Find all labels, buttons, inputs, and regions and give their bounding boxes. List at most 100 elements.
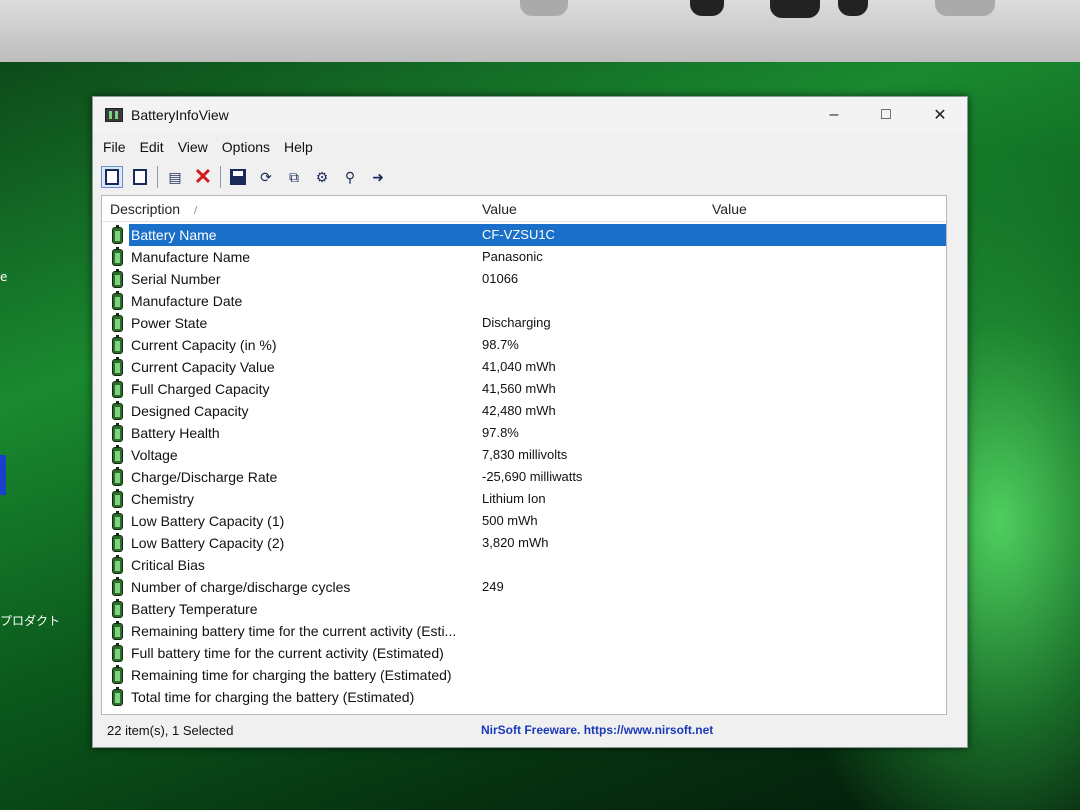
row-value: 249	[482, 579, 504, 594]
title-bar[interactable]: BatteryInfoView – □ ✕	[93, 97, 967, 133]
battery-icon	[112, 599, 123, 618]
table-row[interactable]: Battery Name CF-VZSU1C	[102, 224, 946, 246]
exit-icon[interactable]: ➜	[367, 166, 389, 188]
table-row[interactable]: Serial Number 01066	[102, 268, 946, 290]
menu-bar: File Edit View Options Help	[93, 135, 327, 159]
row-description: Low Battery Capacity (2)	[131, 535, 285, 551]
row-description: Voltage	[131, 447, 178, 463]
row-value: 41,560 mWh	[482, 381, 556, 396]
row-value: 41,040 mWh	[482, 359, 556, 374]
battery-icon	[112, 555, 123, 574]
row-description: Battery Name	[129, 224, 219, 246]
delete-icon[interactable]: ✕	[192, 166, 214, 188]
menu-edit[interactable]: Edit	[140, 139, 164, 155]
row-description: Current Capacity (in %)	[131, 337, 277, 353]
row-value: CF-VZSU1C	[482, 227, 555, 242]
minimize-button[interactable]: –	[811, 101, 857, 129]
battery-icon	[112, 489, 123, 508]
find-icon[interactable]: ⚲	[339, 166, 361, 188]
battery-icon	[112, 225, 123, 244]
menu-options[interactable]: Options	[222, 139, 270, 155]
battery-icon	[112, 335, 123, 354]
row-value: -25,690 milliwatts	[482, 469, 583, 484]
table-row[interactable]: Low Battery Capacity (2) 3,820 mWh	[102, 532, 946, 554]
battery-icon	[112, 467, 123, 486]
table-row[interactable]: Current Capacity (in %) 98.7%	[102, 334, 946, 356]
copy-icon[interactable]: ⧉	[283, 166, 305, 188]
table-row[interactable]: Chemistry Lithium Ion	[102, 488, 946, 510]
close-button[interactable]: ✕	[917, 101, 963, 129]
menu-help[interactable]: Help	[284, 139, 313, 155]
battery-info-list[interactable]: Description / Value Value Battery Name CF-…	[101, 195, 947, 715]
table-row[interactable]: Power State Discharging	[102, 312, 946, 334]
table-row[interactable]: Full battery time for the current activi…	[102, 642, 946, 664]
battery-icon	[112, 621, 123, 640]
refresh-icon[interactable]: ⟳	[255, 166, 277, 188]
battery-info-window: BatteryInfoView – □ ✕ File Edit View Opt…	[92, 96, 968, 748]
menu-file[interactable]: File	[103, 139, 126, 155]
row-value: 7,830 millivolts	[482, 447, 568, 462]
nirsoft-link[interactable]: NirSoft Freeware. https://www.nirsoft.ne…	[481, 723, 713, 737]
row-description: Remaining battery time for the current a…	[131, 623, 457, 639]
row-value: Lithium Ion	[482, 491, 546, 506]
table-row[interactable]: Full Charged Capacity 41,560 mWh	[102, 378, 946, 400]
column-header-description[interactable]: Description /	[110, 201, 197, 217]
toolbar-separator	[220, 166, 221, 188]
options-icon[interactable]: ⚙	[311, 166, 333, 188]
row-description: Remaining time for charging the battery …	[131, 667, 452, 683]
table-row[interactable]: Manufacture Date	[102, 290, 946, 312]
column-header-description-label: Description	[110, 201, 181, 217]
row-description: Power State	[131, 315, 208, 331]
battery-icon	[112, 423, 123, 442]
view-mode-2-icon[interactable]	[129, 166, 151, 188]
view-mode-1-icon[interactable]	[101, 166, 123, 188]
table-row[interactable]: Battery Temperature	[102, 598, 946, 620]
bezel-camera-left	[520, 0, 568, 16]
table-row[interactable]: Remaining time for charging the battery …	[102, 664, 946, 686]
column-header-value[interactable]: Value	[482, 201, 517, 217]
table-row[interactable]: Designed Capacity 42,480 mWh	[102, 400, 946, 422]
row-value: 3,820 mWh	[482, 535, 549, 550]
bezel-camera	[770, 0, 820, 18]
row-description: Serial Number	[131, 271, 221, 287]
row-description: Charge/Discharge Rate	[131, 469, 278, 485]
window-title: BatteryInfoView	[131, 107, 229, 123]
battery-app-icon	[105, 108, 123, 122]
table-row[interactable]: Low Battery Capacity (1) 500 mWh	[102, 510, 946, 532]
row-value: 42,480 mWh	[482, 403, 556, 418]
bezel-sensor-1	[690, 0, 724, 16]
bezel-sensor-2	[838, 0, 868, 16]
table-row[interactable]: Battery Health 97.8%	[102, 422, 946, 444]
row-description: Total time for charging the battery (Est…	[131, 689, 415, 705]
menu-view[interactable]: View	[178, 139, 208, 155]
sort-indicator: /	[194, 205, 198, 217]
row-value: Discharging	[482, 315, 551, 330]
monitor-bezel	[0, 0, 1080, 62]
battery-icon	[112, 357, 123, 376]
table-row[interactable]: Total time for charging the battery (Est…	[102, 686, 946, 708]
table-row[interactable]: Manufacture Name Panasonic	[102, 246, 946, 268]
table-row[interactable]: Current Capacity Value 41,040 mWh	[102, 356, 946, 378]
save-icon[interactable]	[227, 166, 249, 188]
battery-icon	[112, 533, 123, 552]
row-value: 98.7%	[482, 337, 519, 352]
desktop-edge-tab[interactable]	[0, 455, 6, 495]
row-value: 500 mWh	[482, 513, 538, 528]
row-value: Panasonic	[482, 249, 543, 264]
maximize-button[interactable]: □	[863, 101, 909, 129]
column-header-value-2[interactable]: Value	[712, 201, 747, 217]
table-row[interactable]: Critical Bias	[102, 554, 946, 576]
battery-icon	[112, 511, 123, 530]
table-row[interactable]: Voltage 7,830 millivolts	[102, 444, 946, 466]
battery-icon	[112, 401, 123, 420]
battery-icon	[112, 291, 123, 310]
row-description: Low Battery Capacity (1)	[131, 513, 285, 529]
status-bar: 22 item(s), 1 Selected NirSoft Freeware.…	[101, 719, 947, 743]
properties-icon[interactable]: ▤	[164, 166, 186, 188]
bezel-sensor-3	[935, 0, 995, 16]
table-row[interactable]: Charge/Discharge Rate -25,690 milliwatts	[102, 466, 946, 488]
desktop-edge-label-2: プロダクト	[0, 614, 61, 628]
table-row[interactable]: Remaining battery time for the current a…	[102, 620, 946, 642]
row-description: Critical Bias	[131, 557, 205, 573]
table-row[interactable]: Number of charge/discharge cycles 249	[102, 576, 946, 598]
